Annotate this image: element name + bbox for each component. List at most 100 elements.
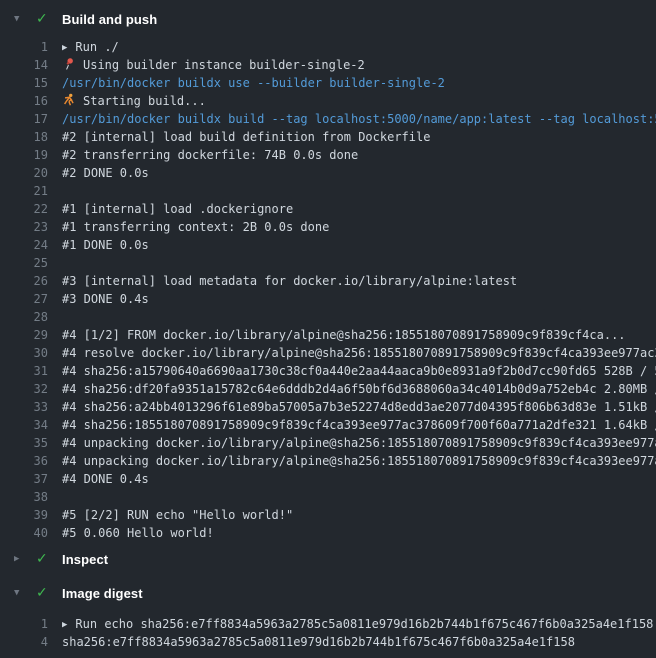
line-number[interactable]: 15 (0, 74, 48, 92)
section-header-image-digest[interactable]: ▼ ✓ Image digest (0, 580, 656, 606)
line-number[interactable]: 16 (0, 92, 48, 110)
log-line: 33 #4 sha256:a24bb4013296f61e89ba57005a7b… (0, 398, 656, 416)
section-build-and-push: ▼ ✓ Build and push 1▶Run ./14Using build… (0, 6, 656, 542)
log-line: 36 #4 unpacking docker.io/library/alpine@… (0, 452, 656, 470)
check-icon: ✓ (36, 6, 62, 32)
log-line: 38 (0, 488, 656, 506)
play-icon[interactable]: ▶ (62, 39, 67, 56)
log-line: 14 Using builder instance builder-single-… (0, 56, 656, 74)
log-lines: 1 ▶Run echo sha256:e7ff8834a5963a2785c5a0… (0, 615, 656, 651)
line-number[interactable]: 36 (0, 452, 48, 470)
caret-icon[interactable]: ▼ (14, 6, 36, 32)
log-line: 34 #4 sha256:185518070891758909c9f839cf4c… (0, 416, 656, 434)
line-number[interactable]: 23 (0, 218, 48, 236)
log-line: 22 #1 [internal] load .dockerignore (0, 200, 656, 218)
log-line: 1 ▶Run echo sha256:e7ff8834a5963a2785c5a0… (0, 615, 656, 633)
log-text: /usr/bin/docker buildx use --builder bui… (62, 74, 445, 92)
section-header-inspect[interactable]: ▶ ✓ Inspect (0, 546, 656, 572)
log-text: #4 [1/2] FROM docker.io/library/alpine@s… (62, 326, 626, 344)
section-inspect: ▶ ✓ Inspect (0, 546, 656, 572)
log-text: #4 sha256:a24bb4013296f61e89ba57005a7b3e… (62, 398, 656, 416)
section-title: Inspect (62, 552, 108, 567)
log-line: 28 (0, 308, 656, 326)
line-number[interactable]: 38 (0, 488, 48, 506)
log-line: 30 #4 resolve docker.io/library/alpine@sh… (0, 344, 656, 362)
log-line: 23 #1 transferring context: 2B 0.0s done (0, 218, 656, 236)
log-text: #4 unpacking docker.io/library/alpine@sh… (62, 452, 656, 470)
line-number[interactable]: 39 (0, 506, 48, 524)
log-line: 17/usr/bin/docker buildx build --tag loc… (0, 110, 656, 128)
line-number[interactable]: 1 (0, 38, 48, 56)
line-number[interactable]: 22 (0, 200, 48, 218)
log-text: #4 sha256:df20fa9351a15782c64e6dddb2d4a6… (62, 380, 656, 398)
check-icon: ✓ (36, 546, 62, 572)
caret-icon[interactable]: ▶ (14, 546, 36, 572)
line-number[interactable]: 34 (0, 416, 48, 434)
log-line: 29 #4 [1/2] FROM docker.io/library/alpine… (0, 326, 656, 344)
line-number[interactable]: 40 (0, 524, 48, 542)
log-text: #5 0.060 Hello world! (62, 524, 214, 542)
line-number[interactable]: 17 (0, 110, 48, 128)
log-text: #4 DONE 0.4s (62, 470, 149, 488)
log-line: 18 #2 [internal] load build definition fr… (0, 128, 656, 146)
log-text: #4 resolve docker.io/library/alpine@sha2… (62, 344, 656, 362)
log-text: ▶Run echo sha256:e7ff8834a5963a2785c5a08… (62, 615, 653, 633)
log-text: #3 DONE 0.4s (62, 290, 149, 308)
log-line: 35 #4 unpacking docker.io/library/alpine@… (0, 434, 656, 452)
line-number[interactable]: 18 (0, 128, 48, 146)
log-text: #1 transferring context: 2B 0.0s done (62, 218, 329, 236)
log-line: 25 (0, 254, 656, 272)
line-number[interactable]: 31 (0, 362, 48, 380)
log-text: #4 sha256:a15790640a6690aa1730c38cf0a440… (62, 362, 656, 380)
actions-log-viewer: ▼ ✓ Build and push 1▶Run ./14Using build… (0, 0, 656, 658)
log-line: 21 (0, 182, 656, 200)
log-text: sha256:e7ff8834a5963a2785c5a0811e979d16b… (62, 633, 575, 651)
log-text: #2 transferring dockerfile: 74B 0.0s don… (62, 146, 358, 164)
log-text: /usr/bin/docker buildx build --tag local… (62, 110, 656, 128)
pushpin-icon (62, 57, 76, 71)
line-number[interactable]: 1 (0, 615, 48, 633)
log-lines: 1▶Run ./14Using builder instance builder… (0, 38, 656, 542)
log-text: #2 DONE 0.0s (62, 164, 149, 182)
log-line: 39 #5 [2/2] RUN echo "Hello world!" (0, 506, 656, 524)
log-text: #3 [internal] load metadata for docker.i… (62, 272, 517, 290)
log-line: 37 #4 DONE 0.4s (0, 470, 656, 488)
log-text: #4 sha256:185518070891758909c9f839cf4ca3… (62, 416, 656, 434)
runner-icon (62, 93, 76, 107)
line-number[interactable]: 33 (0, 398, 48, 416)
line-number[interactable]: 21 (0, 182, 48, 200)
log-text: #2 [internal] load build definition from… (62, 128, 430, 146)
log-text: #4 unpacking docker.io/library/alpine@sh… (62, 434, 656, 452)
log-text: Using builder instance builder-single-2 (62, 56, 365, 74)
log-text: Starting build... (62, 92, 206, 110)
log-line: 31 #4 sha256:a15790640a6690aa1730c38cf0a4… (0, 362, 656, 380)
section-title: Image digest (62, 586, 143, 601)
log-line: 4 sha256:e7ff8834a5963a2785c5a0811e979d16… (0, 633, 656, 651)
play-icon[interactable]: ▶ (62, 616, 67, 633)
line-number[interactable]: 14 (0, 56, 48, 74)
line-number[interactable]: 26 (0, 272, 48, 290)
line-number[interactable]: 30 (0, 344, 48, 362)
log-text: #1 [internal] load .dockerignore (62, 200, 293, 218)
line-number[interactable]: 19 (0, 146, 48, 164)
log-line: 20 #2 DONE 0.0s (0, 164, 656, 182)
line-number[interactable]: 27 (0, 290, 48, 308)
check-icon: ✓ (36, 580, 62, 606)
line-number[interactable]: 24 (0, 236, 48, 254)
line-number[interactable]: 4 (0, 633, 48, 651)
line-number[interactable]: 28 (0, 308, 48, 326)
section-image-digest: ▼ ✓ Image digest 1 ▶Run echo sha256:e7ff8… (0, 580, 656, 651)
log-line: 24#1 DONE 0.0s (0, 236, 656, 254)
line-number[interactable]: 32 (0, 380, 48, 398)
caret-icon[interactable]: ▼ (14, 580, 36, 606)
section-header-build-and-push[interactable]: ▼ ✓ Build and push (0, 6, 656, 32)
log-line: 27 #3 DONE 0.4s (0, 290, 656, 308)
line-number[interactable]: 35 (0, 434, 48, 452)
line-number[interactable]: 20 (0, 164, 48, 182)
line-number[interactable]: 29 (0, 326, 48, 344)
line-number[interactable]: 25 (0, 254, 48, 272)
log-line: 1▶Run ./ (0, 38, 656, 56)
log-line: 32 #4 sha256:df20fa9351a15782c64e6dddb2d4… (0, 380, 656, 398)
log-text: #5 [2/2] RUN echo "Hello world!" (62, 506, 293, 524)
line-number[interactable]: 37 (0, 470, 48, 488)
